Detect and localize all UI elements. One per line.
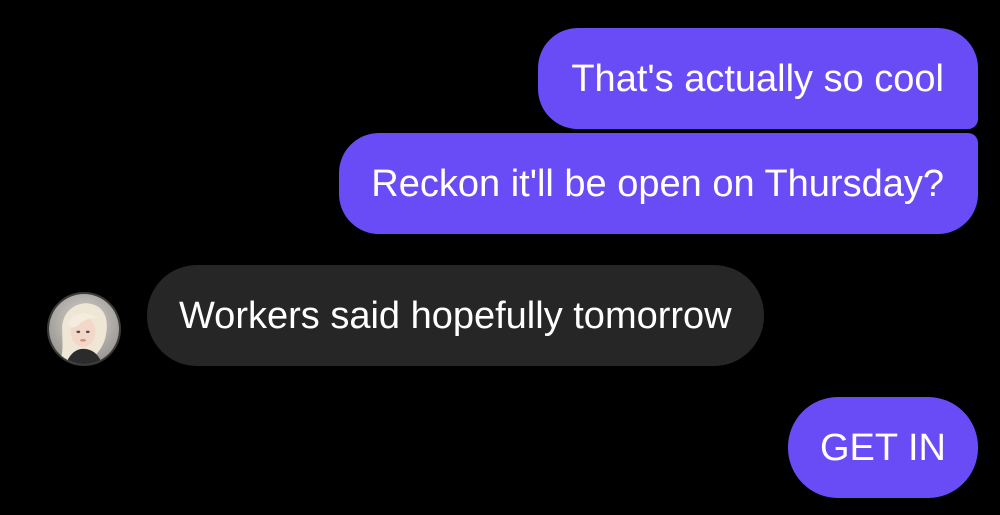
chat-thread: That's actually so cool Reckon it'll be … [0,0,1000,515]
incoming-message[interactable]: Workers said hopefully tomorrow [147,265,764,366]
outgoing-message[interactable]: GET IN [788,397,978,498]
outgoing-message[interactable]: That's actually so cool [538,28,978,129]
message-text: Reckon it'll be open on Thursday? [371,162,944,205]
message-text: Workers said hopefully tomorrow [179,294,732,337]
avatar-photo-icon [49,294,119,364]
sender-avatar[interactable] [47,292,121,366]
message-text: That's actually so cool [571,57,944,100]
message-text: GET IN [820,426,946,469]
outgoing-message[interactable]: Reckon it'll be open on Thursday? [339,133,978,234]
